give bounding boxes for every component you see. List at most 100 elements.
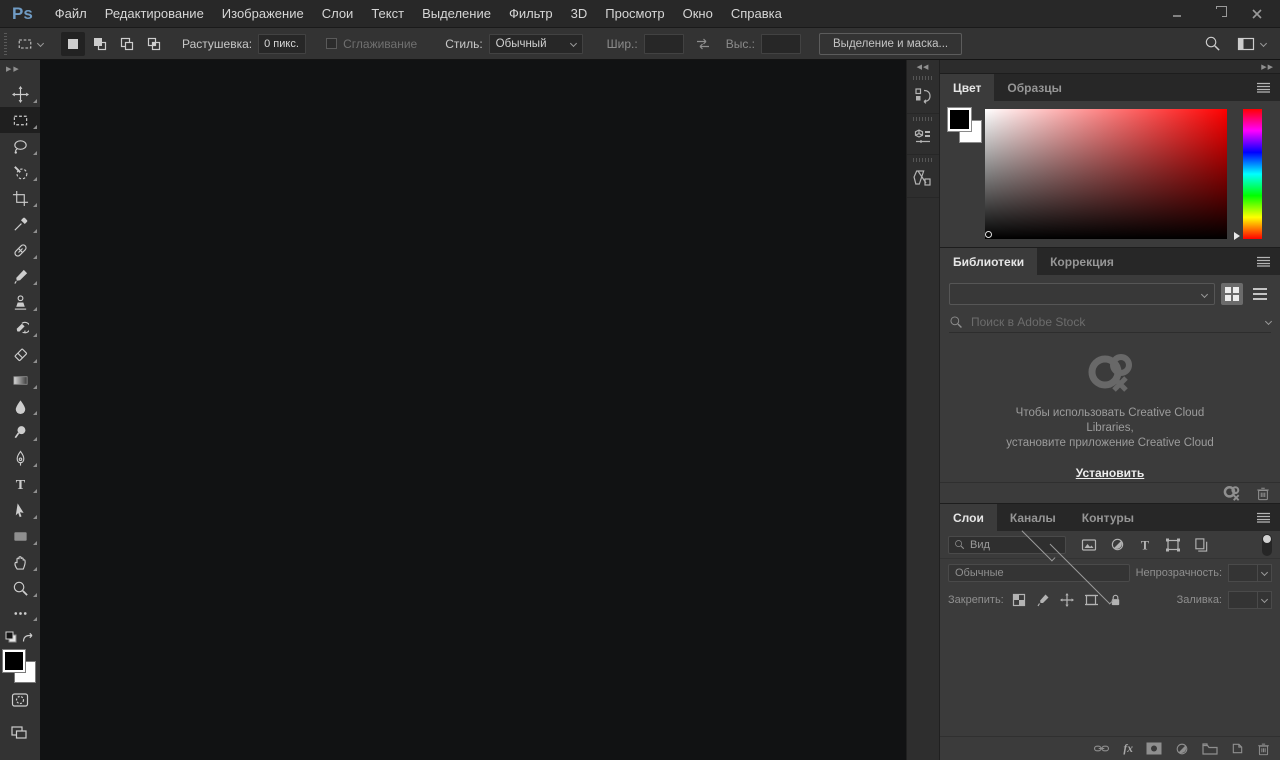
filter-smart-objects-icon[interactable]	[1194, 537, 1209, 553]
tab-channels[interactable]: Каналы	[997, 504, 1069, 531]
crop-tool[interactable]	[0, 185, 40, 211]
menu-view[interactable]: Просмотр	[596, 6, 673, 21]
rectangle-tool[interactable]	[0, 523, 40, 549]
quick-selection-tool[interactable]	[0, 159, 40, 185]
restore-button[interactable]	[1204, 5, 1230, 23]
install-link[interactable]: Установить	[1076, 466, 1145, 480]
canvas-area[interactable]	[40, 60, 906, 760]
menu-image[interactable]: Изображение	[213, 6, 313, 21]
edit-toolbar-button[interactable]	[0, 601, 40, 625]
brush-tool[interactable]	[0, 263, 40, 289]
panel-menu-icon[interactable]	[1256, 256, 1271, 267]
feather-input[interactable]: 0 пикс.	[258, 34, 306, 54]
antialias-checkbox[interactable]	[326, 38, 337, 49]
delete-layer-icon[interactable]	[1257, 742, 1270, 756]
rectangular-marquee-tool[interactable]	[0, 107, 40, 133]
style-select[interactable]: Обычный	[489, 34, 583, 54]
blend-mode-select[interactable]: Обычные	[948, 564, 1130, 582]
fill-dropdown[interactable]	[1258, 591, 1272, 609]
type-tool[interactable]: T	[0, 471, 40, 497]
lasso-tool[interactable]	[0, 133, 40, 159]
toolbar-collapse-arrows[interactable]: ▶▶	[0, 60, 40, 81]
tab-paths[interactable]: Контуры	[1069, 504, 1147, 531]
minimize-button[interactable]	[1164, 5, 1190, 23]
options-bar-grip[interactable]	[4, 33, 7, 55]
filter-pixel-layers-icon[interactable]	[1081, 537, 1097, 553]
width-input[interactable]	[644, 34, 684, 54]
lock-image-icon[interactable]	[1036, 593, 1050, 607]
eraser-tool[interactable]	[0, 341, 40, 367]
new-layer-icon[interactable]	[1231, 742, 1244, 755]
library-select[interactable]	[949, 283, 1215, 305]
filter-adjustment-layers-icon[interactable]	[1110, 537, 1125, 552]
link-layers-icon[interactable]	[1093, 742, 1110, 755]
menu-file[interactable]: Файл	[46, 6, 96, 21]
filter-kind-select[interactable]: Вид	[948, 536, 1066, 554]
spot-healing-brush-tool[interactable]	[0, 237, 40, 263]
clone-stamp-tool[interactable]	[0, 289, 40, 315]
trash-icon[interactable]	[1256, 486, 1270, 501]
properties-panel-button[interactable]	[907, 114, 939, 155]
hue-slider-arrow[interactable]	[1234, 232, 1240, 240]
add-to-selection-button[interactable]	[88, 32, 112, 56]
tab-swatches[interactable]: Образцы	[994, 74, 1075, 101]
cc-sync-disabled-icon[interactable]	[1222, 485, 1242, 502]
foreground-color-swatch[interactable]	[948, 108, 971, 131]
move-tool[interactable]	[0, 81, 40, 107]
drag-grip[interactable]	[913, 158, 933, 162]
screen-mode-button[interactable]	[0, 720, 40, 744]
notes-panel-button[interactable]	[907, 155, 939, 198]
filter-type-layers-icon[interactable]: T	[1138, 538, 1152, 552]
history-panel-button[interactable]	[907, 73, 939, 114]
history-brush-tool[interactable]	[0, 315, 40, 341]
panel-menu-icon[interactable]	[1256, 512, 1271, 523]
adjustment-layer-icon[interactable]	[1175, 742, 1189, 756]
blur-tool[interactable]	[0, 393, 40, 419]
filter-toggle-switch[interactable]	[1262, 534, 1272, 556]
swap-colors-icon[interactable]	[21, 631, 35, 644]
new-selection-button[interactable]	[61, 32, 85, 56]
list-view-button[interactable]	[1249, 283, 1271, 305]
color-picker-cursor[interactable]	[985, 231, 992, 238]
tool-preset-picker[interactable]	[13, 36, 51, 52]
opacity-dropdown[interactable]	[1258, 564, 1272, 582]
hand-tool[interactable]	[0, 549, 40, 575]
path-selection-tool[interactable]	[0, 497, 40, 523]
height-input[interactable]	[761, 34, 801, 54]
pen-tool[interactable]	[0, 445, 40, 471]
saturation-brightness-field[interactable]	[985, 109, 1227, 239]
menu-layers[interactable]: Слои	[313, 6, 363, 21]
menu-type[interactable]: Текст	[362, 6, 413, 21]
close-button[interactable]	[1244, 5, 1270, 23]
default-colors-icon[interactable]	[5, 631, 18, 644]
add-mask-icon[interactable]	[1146, 742, 1162, 755]
lock-artboard-icon[interactable]	[1084, 593, 1099, 607]
subtract-from-selection-button[interactable]	[115, 32, 139, 56]
grid-view-button[interactable]	[1221, 283, 1243, 305]
new-group-icon[interactable]	[1202, 742, 1218, 755]
quick-mask-button[interactable]	[0, 688, 40, 712]
collapse-dock-arrows[interactable]: ▶▶	[940, 60, 1280, 73]
expand-dock-arrows[interactable]: ◀◀	[907, 60, 939, 73]
search-icon[interactable]	[1204, 35, 1221, 52]
workspace-switcher[interactable]	[1237, 37, 1266, 51]
filter-shape-layers-icon[interactable]	[1165, 537, 1181, 553]
fill-input[interactable]	[1228, 591, 1258, 609]
drag-grip[interactable]	[913, 117, 933, 121]
menu-help[interactable]: Справка	[722, 6, 791, 21]
tab-libraries[interactable]: Библиотеки	[940, 248, 1037, 275]
menu-window[interactable]: Окно	[674, 6, 722, 21]
layer-style-button[interactable]: fx	[1123, 743, 1133, 755]
hue-slider[interactable]	[1243, 109, 1262, 239]
tab-color[interactable]: Цвет	[940, 74, 994, 101]
lock-transparency-icon[interactable]	[1012, 593, 1026, 607]
tab-adjustments[interactable]: Коррекция	[1037, 248, 1127, 275]
tab-layers[interactable]: Слои	[940, 504, 997, 531]
eyedropper-tool[interactable]	[0, 211, 40, 237]
foreground-color-swatch[interactable]	[3, 650, 25, 672]
menu-edit[interactable]: Редактирование	[96, 6, 213, 21]
dodge-tool[interactable]	[0, 419, 40, 445]
menu-filter[interactable]: Фильтр	[500, 6, 562, 21]
opacity-input[interactable]	[1228, 564, 1258, 582]
swap-dimensions-icon[interactable]	[694, 37, 712, 51]
